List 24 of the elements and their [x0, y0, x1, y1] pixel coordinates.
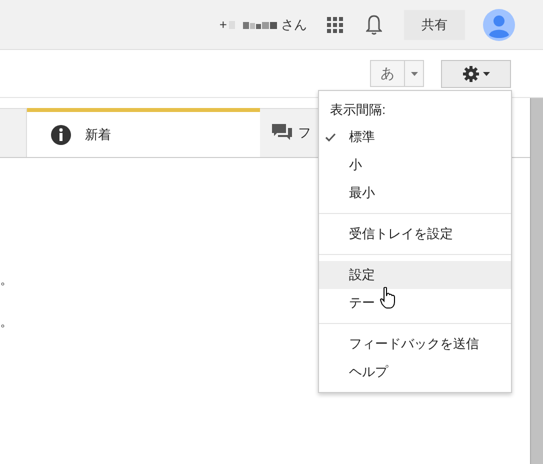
share-button[interactable]: 共有 — [404, 10, 465, 40]
caret-icon — [482, 72, 490, 76]
settings-icon — [462, 66, 478, 82]
checkmark-icon — [325, 133, 336, 142]
scrollbar[interactable] — [530, 98, 543, 464]
content-text: 。 — [0, 312, 13, 330]
account-prefix: + — [219, 16, 227, 34]
pixelated-name-drawing — [229, 20, 279, 30]
settings-button[interactable] — [441, 60, 511, 88]
account-suffix: さん — [281, 16, 307, 34]
menu-item[interactable]: フィードバックを送信 — [319, 330, 511, 358]
avatar-icon[interactable] — [483, 8, 515, 40]
menu-item[interactable]: テー — [319, 289, 511, 317]
menu-item[interactable]: 最小 — [319, 179, 511, 207]
hand-cursor-icon — [380, 287, 396, 309]
content-text: 。 — [0, 271, 13, 289]
menu-item[interactable]: ヘルプ — [319, 358, 511, 386]
chat-bubbles-icon — [272, 124, 292, 142]
menu-item[interactable]: 受信トレイを設定 — [319, 220, 511, 248]
info-icon — [51, 124, 71, 144]
menu-header: 表示間隔: — [329, 101, 387, 120]
bell-icon[interactable] — [366, 14, 382, 36]
apps-grid-icon[interactable] — [327, 16, 343, 32]
menu-item[interactable]: 設定 — [319, 261, 511, 289]
